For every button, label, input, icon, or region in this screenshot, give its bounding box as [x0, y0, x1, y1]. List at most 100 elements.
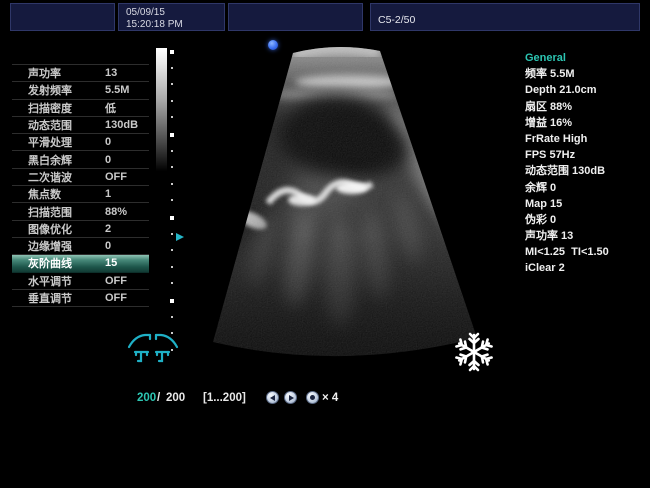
- sidebar-item-value: OFF: [105, 275, 127, 287]
- image-param-line: 频率 5.5M: [525, 66, 647, 82]
- depth-mark: [171, 266, 173, 268]
- cine-play-button[interactable]: [284, 391, 297, 404]
- topbar-segment-blank: [10, 3, 115, 31]
- image-param-line: 扇区 88%: [525, 99, 647, 115]
- sidebar-item-0[interactable]: 声功率 13: [12, 65, 149, 82]
- tgc-curve-icon: [126, 330, 180, 364]
- sidebar-item-7[interactable]: 焦点数 1: [12, 186, 149, 203]
- sidebar-item-value: 1: [105, 188, 111, 200]
- sidebar-item-value: 0: [105, 240, 111, 252]
- image-param-line: 声功率 13: [525, 228, 647, 244]
- sidebar-item-4[interactable]: 平滑处理 0: [12, 134, 149, 151]
- cine-bar: 200 / 200 [1...200] × 4: [0, 388, 650, 410]
- depth-mark: [171, 249, 173, 251]
- blue-dot-marker: [268, 40, 278, 50]
- topbar-segment-patient: [228, 3, 363, 31]
- image-param-line: 动态范围 130dB: [525, 163, 647, 179]
- play-icon: [289, 395, 294, 401]
- depth-mark: [171, 150, 173, 152]
- depth-mark: [170, 299, 174, 303]
- sidebar-item-value: 15: [105, 257, 117, 269]
- sidebar-item-label: 扫描密度: [28, 100, 72, 116]
- depth-mark: [171, 83, 173, 85]
- sidebar-item-label: 声功率: [28, 65, 61, 81]
- cine-separator: /: [157, 392, 160, 404]
- step-back-icon: [270, 395, 275, 401]
- freeze-snowflake-icon: [453, 331, 495, 373]
- image-param-line: Map 15: [525, 196, 647, 212]
- sidebar-item-3[interactable]: 动态范围130dB: [12, 117, 149, 134]
- cine-frame-range: [1...200]: [203, 392, 246, 404]
- sidebar-item-value: 13: [105, 67, 117, 79]
- image-param-line: 伪彩 0: [525, 212, 647, 228]
- sidebar-item-label: 垂直调节: [28, 290, 72, 306]
- image-param-line: FPS 57Hz: [525, 147, 647, 163]
- image-param-line: MI<1.25 TI<1.50: [525, 244, 647, 260]
- image-param-line: 余辉 0: [525, 180, 647, 196]
- sidebar-item-5[interactable]: 黑白余辉 0: [12, 151, 149, 168]
- date-label: 05/09/15: [126, 7, 224, 19]
- sidebar-item-value: 5.5M: [105, 84, 129, 96]
- sidebar-item-2[interactable]: 扫描密度 低: [12, 100, 149, 117]
- sidebar-item-13[interactable]: 垂直调节 OFF: [12, 290, 149, 307]
- sidebar-item-label: 扫描范围: [28, 204, 72, 220]
- depth-mark: [170, 50, 174, 54]
- topbar-probe: C5-2/50: [370, 3, 640, 31]
- image-params: 频率 5.5MDepth 21.0cm扇区 88%增益 16%FrRate Hi…: [525, 66, 647, 276]
- ultrasound-image: [190, 35, 490, 385]
- time-label: 15:20:18 PM: [126, 19, 224, 31]
- sidebar-item-value: 低: [105, 100, 116, 116]
- depth-mark: [170, 133, 174, 137]
- cine-speed-label: × 4: [322, 392, 338, 404]
- sidebar-item-value: 0: [105, 154, 111, 166]
- cine-step-back-button[interactable]: [266, 391, 279, 404]
- image-param-line: FrRate High: [525, 131, 647, 147]
- stop-icon: [310, 395, 315, 400]
- sidebar-item-label: 水平调节: [28, 273, 72, 289]
- sidebar-item-value: 0: [105, 136, 111, 148]
- sidebar-item-label: 二次谐波: [28, 169, 72, 185]
- sidebar-item-value: OFF: [105, 171, 127, 183]
- sidebar-item-label: 图像优化: [28, 221, 72, 237]
- depth-mark: [171, 282, 173, 284]
- depth-mark: [171, 183, 173, 185]
- sidebar-item-label: 黑白余辉: [28, 152, 72, 168]
- sidebar-item-value: 2: [105, 223, 111, 235]
- image-params-title: General: [525, 50, 647, 66]
- sidebar-item-label: 焦点数: [28, 186, 61, 202]
- sidebar-item-label: 动态范围: [28, 117, 72, 133]
- depth-mark: [170, 216, 174, 220]
- sidebar-item-6[interactable]: 二次谐波 OFF: [12, 169, 149, 186]
- sidebar-item-label: 发射频率: [28, 82, 72, 98]
- sidebar-item-value: OFF: [105, 292, 127, 304]
- depth-mark: [171, 116, 173, 118]
- sidebar-item-11[interactable]: 灰阶曲线 15: [12, 255, 149, 272]
- image-params-panel: General 频率 5.5MDepth 21.0cm扇区 88%增益 16%F…: [525, 50, 647, 277]
- depth-mark: [171, 166, 173, 168]
- image-param-line: Depth 21.0cm: [525, 82, 647, 98]
- depth-mark: [171, 233, 173, 235]
- cine-total-frames: 200: [166, 392, 185, 404]
- depth-mark: [171, 316, 173, 318]
- depth-mark: [171, 199, 173, 201]
- cine-current-frame: 200: [137, 392, 156, 404]
- sidebar-item-1[interactable]: 发射频率 5.5M: [12, 82, 149, 99]
- image-param-line: 增益 16%: [525, 115, 647, 131]
- image-param-line: iClear 2: [525, 260, 647, 276]
- sidebar-menu: 声功率 13 发射频率 5.5M 扫描密度 低动态范围130dB平滑处理 0 黑白余辉 0 二次谐…: [12, 64, 149, 307]
- sidebar-item-10[interactable]: 边缘增强 0: [12, 238, 149, 255]
- cine-stop-button[interactable]: [306, 391, 319, 404]
- sidebar-item-8[interactable]: 扫描范围88%: [12, 203, 149, 220]
- topbar-datetime: 05/09/15 15:20:18 PM: [118, 3, 225, 31]
- sidebar-item-9[interactable]: 图像优化 2: [12, 221, 149, 238]
- sidebar-item-label: 平滑处理: [28, 134, 72, 150]
- sidebar-item-12[interactable]: 水平调节 OFF: [12, 273, 149, 290]
- focus-arrow-icon: [176, 233, 184, 241]
- sidebar-item-label: 边缘增强: [28, 238, 72, 254]
- depth-mark: [171, 100, 173, 102]
- sidebar-item-label: 灰阶曲线: [28, 255, 72, 271]
- grayscale-bar: [156, 48, 167, 171]
- probe-model-label: C5-2/50: [378, 14, 415, 26]
- depth-mark: [171, 67, 173, 69]
- depth-scale: [169, 50, 175, 355]
